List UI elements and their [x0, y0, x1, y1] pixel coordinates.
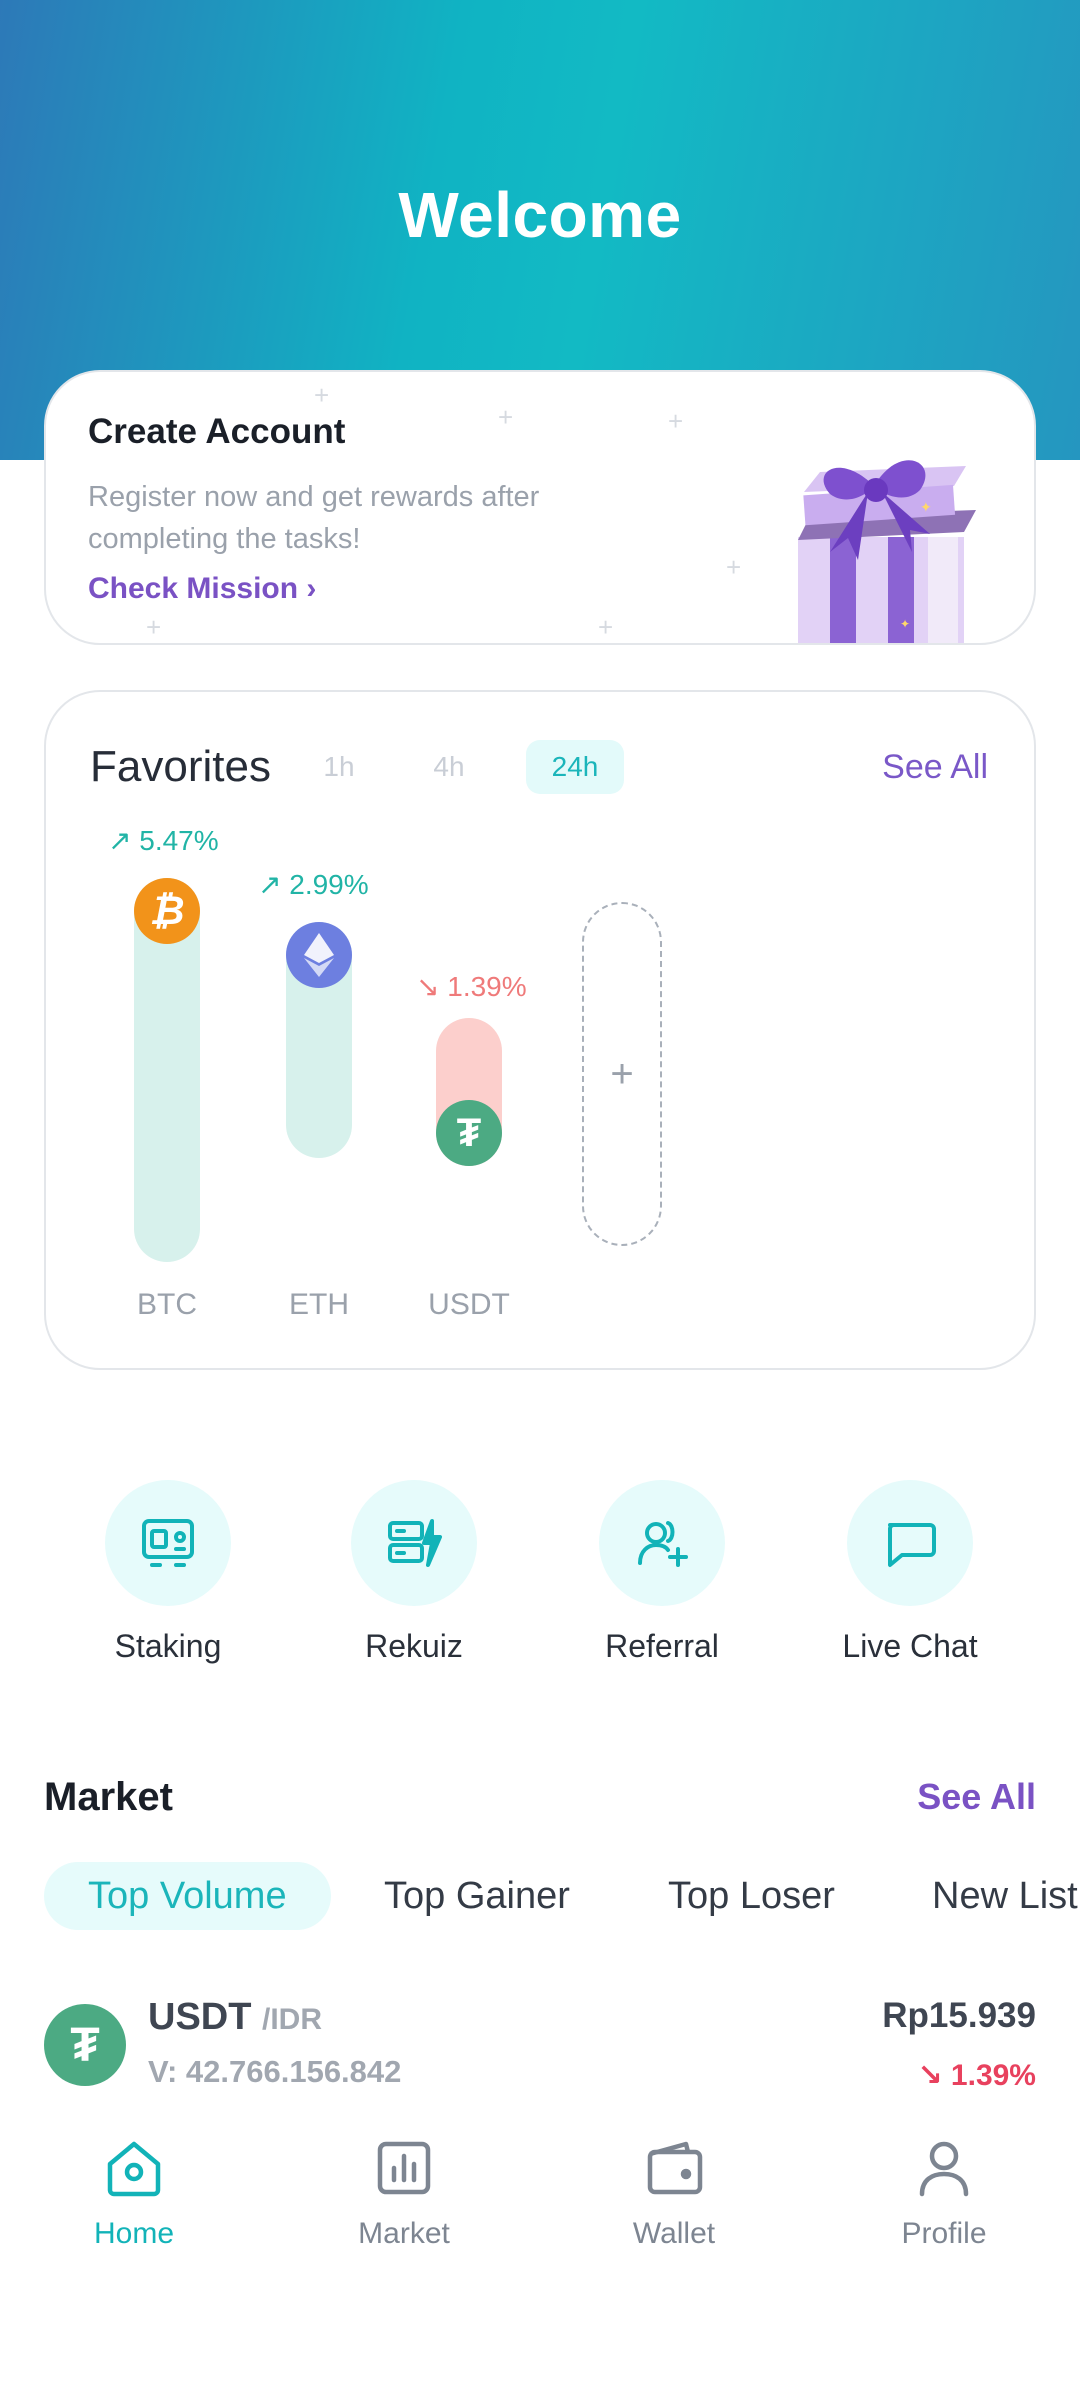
gift-box-icon: ✦ ✦: [798, 460, 976, 643]
referral-label: Referral: [605, 1628, 719, 1664]
referral-icon: [599, 1480, 725, 1606]
market-title: Market: [44, 1775, 173, 1819]
chat-icon: [847, 1480, 973, 1606]
pair-base: USDT: [148, 1996, 252, 2038]
bottom-nav: Home Market Wallet Profile: [0, 2110, 1080, 2400]
sparkle-icon: +: [314, 380, 330, 410]
btc-label: BTC: [137, 1288, 197, 1321]
nav-home[interactable]: Home: [34, 2136, 234, 2251]
arrow-down-right-icon: ↘: [416, 971, 448, 1002]
nav-profile-label: Profile: [901, 2217, 987, 2250]
home-icon: [107, 2141, 161, 2197]
tab-top-gainer[interactable]: Top Gainer: [384, 1862, 570, 1930]
eth-label: ETH: [289, 1288, 349, 1321]
nav-market-label: Market: [358, 2217, 450, 2250]
page-title: Welcome: [398, 179, 682, 251]
tab-top-loser[interactable]: Top Loser: [668, 1862, 835, 1930]
pair-quote: /IDR: [262, 2003, 323, 2036]
quick-action-live-chat[interactable]: Live Chat: [810, 1480, 1010, 1665]
favorites-see-all-link[interactable]: See All: [882, 748, 988, 787]
quick-action-referral[interactable]: Referral: [562, 1480, 762, 1665]
sparkle-icon: +: [598, 612, 614, 642]
timeframe-4h[interactable]: 4h: [414, 740, 484, 794]
usdt-coin-icon: ₮: [436, 1100, 502, 1166]
quick-action-staking[interactable]: Staking: [68, 1480, 268, 1665]
live-chat-label: Live Chat: [842, 1628, 978, 1664]
tab-top-volume[interactable]: Top Volume: [44, 1862, 331, 1930]
profile-icon: [919, 2141, 969, 2197]
pair-volume: V: 42.766.156.842: [148, 2054, 402, 2089]
eth-change: ↗ 2.99%: [258, 869, 369, 900]
market-icon: [377, 2141, 431, 2195]
add-favorite-button[interactable]: +: [582, 902, 662, 1246]
eth-coin-icon: [286, 922, 352, 988]
usdt-label: USDT: [428, 1288, 510, 1321]
nav-market[interactable]: Market: [304, 2136, 504, 2251]
tab-new-list[interactable]: New List: [932, 1862, 1080, 1930]
market-see-all-link[interactable]: See All: [917, 1776, 1036, 1818]
usdt-coin-icon: ₮: [44, 2004, 126, 2086]
pair-price: Rp15.939: [882, 1996, 1036, 2035]
favorites-title: Favorites: [90, 742, 271, 791]
usdt-change: ↘ 1.39%: [416, 971, 527, 1002]
staking-label: Staking: [114, 1628, 222, 1664]
svg-text:✦: ✦: [900, 617, 910, 631]
check-mission-link[interactable]: Check Mission ›: [88, 572, 316, 606]
sparkle-icon: +: [146, 612, 162, 642]
wallet-icon: [647, 2141, 703, 2195]
btc-change: ↗ 5.47%: [108, 825, 219, 856]
quick-action-rekuiz[interactable]: Rekuiz: [314, 1480, 514, 1665]
sparkle-icon: +: [668, 406, 684, 436]
staking-icon: [105, 1480, 231, 1606]
create-account-title: Create Account: [88, 412, 346, 451]
plus-icon: +: [610, 1051, 634, 1096]
btc-coin-icon: ₿: [134, 878, 200, 944]
nav-profile[interactable]: Profile: [844, 2136, 1044, 2251]
timeframe-24h[interactable]: 24h: [526, 740, 624, 794]
arrow-up-right-icon: ↗: [108, 825, 140, 856]
pair-change: ↘ 1.39%: [917, 2059, 1036, 2092]
arrow-up-right-icon: ↗: [258, 869, 290, 900]
arrow-down-right-icon: ↘: [917, 2059, 951, 2092]
nav-wallet-label: Wallet: [632, 2217, 716, 2250]
create-account-card[interactable]: + + + + + + Create Account Register now …: [44, 370, 1036, 645]
rekuiz-label: Rekuiz: [365, 1628, 463, 1664]
nav-home-label: Home: [93, 2217, 175, 2250]
timeframe-1h[interactable]: 1h: [304, 740, 374, 794]
sparkle-icon: +: [726, 552, 742, 582]
favorites-card: Favorites 1h 4h 24h See All ↗ 5.47% ₿ BT…: [44, 690, 1036, 1370]
nav-wallet[interactable]: Wallet: [574, 2136, 774, 2251]
pair-name: USDT /IDR: [148, 1996, 322, 2039]
svg-text:✦: ✦: [920, 500, 932, 516]
quiz-icon: [351, 1480, 477, 1606]
create-account-description: Register now and get rewards after compl…: [88, 481, 540, 555]
sparkle-icon: +: [498, 402, 514, 432]
